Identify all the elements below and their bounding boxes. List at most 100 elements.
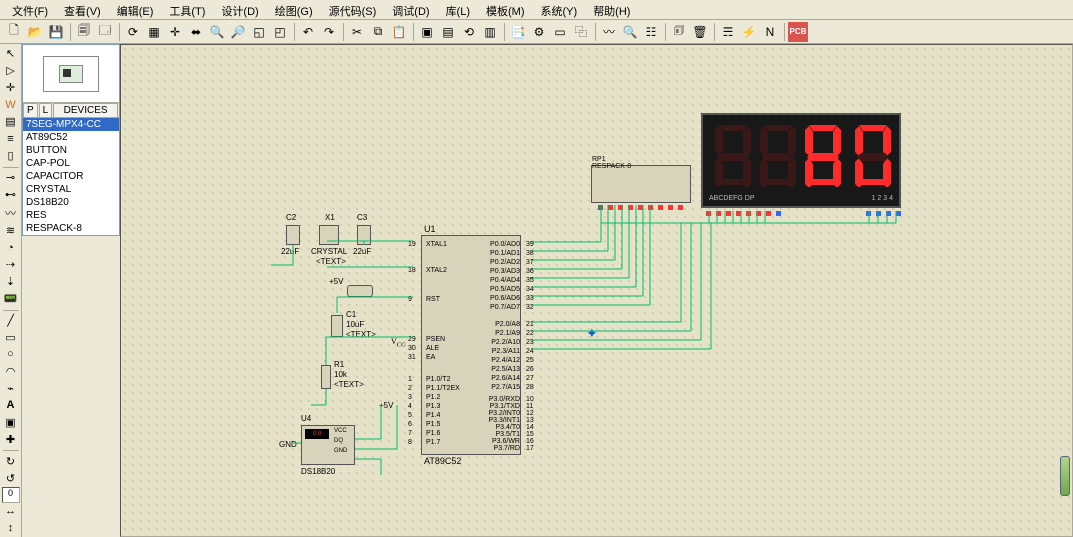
make-device-icon[interactable]: ⚙ — [529, 22, 549, 42]
menu-help[interactable]: 帮助(H) — [585, 2, 638, 17]
search-icon[interactable]: 🔍 — [620, 22, 640, 42]
list-item[interactable]: CAP-POL — [23, 157, 119, 170]
menu-system[interactable]: 系统(Y) — [533, 2, 586, 17]
component-x1[interactable] — [319, 225, 339, 245]
junction-icon[interactable]: ✛ — [2, 80, 20, 96]
zoom-out-icon[interactable]: 🔎 — [228, 22, 248, 42]
mark-output-icon[interactable]: 🗔 — [95, 22, 115, 42]
bus-icon[interactable]: ≡ — [2, 131, 20, 147]
rotation-angle-input[interactable]: 0 — [2, 487, 20, 503]
tab-l[interactable]: L — [39, 103, 53, 117]
property-assign-icon[interactable]: ☷ — [641, 22, 661, 42]
tab-devices[interactable]: DEVICES — [53, 103, 118, 117]
undo-icon[interactable]: ↶ — [298, 22, 318, 42]
copy-icon[interactable]: ⧉ — [368, 22, 388, 42]
virtual-instruments-icon[interactable]: 📟 — [2, 291, 20, 307]
vertical-scrollbar[interactable] — [1060, 456, 1070, 496]
wire-label-icon[interactable]: W — [2, 97, 20, 113]
menu-edit[interactable]: 编辑(E) — [109, 2, 162, 17]
mirror-v-icon[interactable]: ↕ — [2, 520, 20, 536]
decompose-icon[interactable]: ⿻ — [571, 22, 591, 42]
voltage-probe-icon[interactable]: ⇢ — [2, 257, 20, 273]
block-delete-icon[interactable]: ▥ — [480, 22, 500, 42]
list-item[interactable]: 7SEG-MPX4-CC — [23, 118, 119, 131]
rotate-ccw-icon[interactable]: ↺ — [2, 470, 20, 486]
pick-device-icon[interactable]: 📑 — [508, 22, 528, 42]
component-c2[interactable] — [286, 225, 300, 245]
line-2d-icon[interactable]: ╱ — [2, 313, 20, 329]
packaging-icon[interactable]: ▭ — [550, 22, 570, 42]
component-c3[interactable] — [357, 225, 371, 245]
subcircuit-icon[interactable]: ▯ — [2, 148, 20, 164]
menu-debug[interactable]: 调试(D) — [384, 2, 437, 17]
tape-icon[interactable]: ≋ — [2, 223, 20, 239]
menu-file[interactable]: 文件(F) — [4, 2, 56, 17]
overview-window[interactable] — [23, 45, 119, 103]
component-rp1[interactable]: RP1 RESPACK-8 — [591, 165, 691, 203]
terminal-icon[interactable]: ⊸ — [2, 170, 20, 186]
save-icon[interactable]: 💾 — [46, 22, 66, 42]
redo-icon[interactable]: ↷ — [319, 22, 339, 42]
menu-library[interactable]: 库(L) — [438, 2, 478, 17]
zoom-in-icon[interactable]: 🔍 — [207, 22, 227, 42]
new-sheet-icon[interactable]: 🗊 — [669, 22, 689, 42]
new-file-icon[interactable]: 🗋 — [4, 22, 24, 42]
text-2d-icon[interactable]: A — [2, 397, 20, 413]
component-r1[interactable] — [321, 365, 331, 389]
schematic-canvas[interactable]: ✦ U1 AT89C52 19XTAL118XTAL29RST29PSEN30A… — [120, 44, 1073, 537]
grid-toggle-icon[interactable]: ▦ — [144, 22, 164, 42]
block-move-icon[interactable]: ▤ — [438, 22, 458, 42]
component-button[interactable] — [347, 285, 373, 297]
pan-icon[interactable]: ⬌ — [186, 22, 206, 42]
ares-icon[interactable]: PCB — [788, 22, 808, 42]
netlist-icon[interactable]: N — [760, 22, 780, 42]
component-u1[interactable]: U1 AT89C52 19XTAL118XTAL29RST29PSEN30ALE… — [421, 235, 521, 455]
electrical-rules-icon[interactable]: ⚡ — [739, 22, 759, 42]
bill-of-materials-icon[interactable]: ☴ — [718, 22, 738, 42]
mirror-h-icon[interactable]: ↔ — [2, 503, 20, 519]
selection-mode-icon[interactable]: ↖ — [2, 46, 20, 62]
menu-design[interactable]: 设计(D) — [213, 2, 266, 17]
cut-icon[interactable]: ✂ — [347, 22, 367, 42]
list-item[interactable]: BUTTON — [23, 144, 119, 157]
menu-graph[interactable]: 绘图(G) — [267, 2, 321, 17]
generator-icon[interactable]: ◔ — [2, 240, 20, 256]
arc-2d-icon[interactable]: ◠ — [2, 363, 20, 379]
device-pin-icon[interactable]: ⊷ — [2, 187, 20, 203]
graph-icon[interactable]: 〰 — [2, 204, 20, 222]
list-item[interactable]: DS18B20 — [23, 196, 119, 209]
zoom-area-icon[interactable]: ◰ — [270, 22, 290, 42]
component-c1[interactable] — [331, 315, 343, 337]
open-file-icon[interactable]: 📂 — [25, 22, 45, 42]
origin-icon[interactable]: ✛ — [165, 22, 185, 42]
list-item[interactable]: CAPACITOR — [23, 170, 119, 183]
circle-2d-icon[interactable]: ○ — [2, 347, 20, 363]
paste-icon[interactable]: 📋 — [389, 22, 409, 42]
wire-autoroute-icon[interactable]: 〰 — [599, 22, 619, 42]
remove-sheet-icon[interactable]: 🗑 — [690, 22, 710, 42]
box-2d-icon[interactable]: ▭ — [2, 330, 20, 346]
block-copy-icon[interactable]: ▣ — [417, 22, 437, 42]
menu-source[interactable]: 源代码(S) — [321, 2, 385, 17]
component-7seg-display[interactable]: ABCDEFG DP 1 2 3 4 — [701, 113, 901, 208]
marker-icon[interactable]: ✚ — [2, 431, 20, 447]
list-item[interactable]: CRYSTAL — [23, 183, 119, 196]
text-script-icon[interactable]: ▤ — [2, 114, 20, 130]
menu-view[interactable]: 查看(V) — [56, 2, 109, 17]
menu-tool[interactable]: 工具(T) — [161, 2, 213, 17]
list-item[interactable]: AT89C52 — [23, 131, 119, 144]
component-mode-icon[interactable]: ▷ — [2, 63, 20, 79]
component-u4[interactable]: 0.0 VCC DQ GND — [301, 425, 355, 465]
tab-p[interactable]: P — [23, 103, 38, 117]
current-probe-icon[interactable]: ⇣ — [2, 274, 20, 290]
block-rotate-icon[interactable]: ⟲ — [459, 22, 479, 42]
zoom-all-icon[interactable]: ◱ — [249, 22, 269, 42]
path-2d-icon[interactable]: ⌁ — [2, 380, 20, 396]
device-list[interactable]: 7SEG-MPX4-CCAT89C52BUTTONCAP-POLCAPACITO… — [23, 118, 119, 235]
list-item[interactable]: RESPACK-8 — [23, 222, 119, 235]
list-item[interactable]: RES — [23, 209, 119, 222]
symbol-2d-icon[interactable]: ▣ — [2, 414, 20, 430]
print-section-icon[interactable]: 🗐 — [74, 22, 94, 42]
refresh-icon[interactable]: ⟳ — [123, 22, 143, 42]
menu-template[interactable]: 模板(M) — [478, 2, 533, 17]
